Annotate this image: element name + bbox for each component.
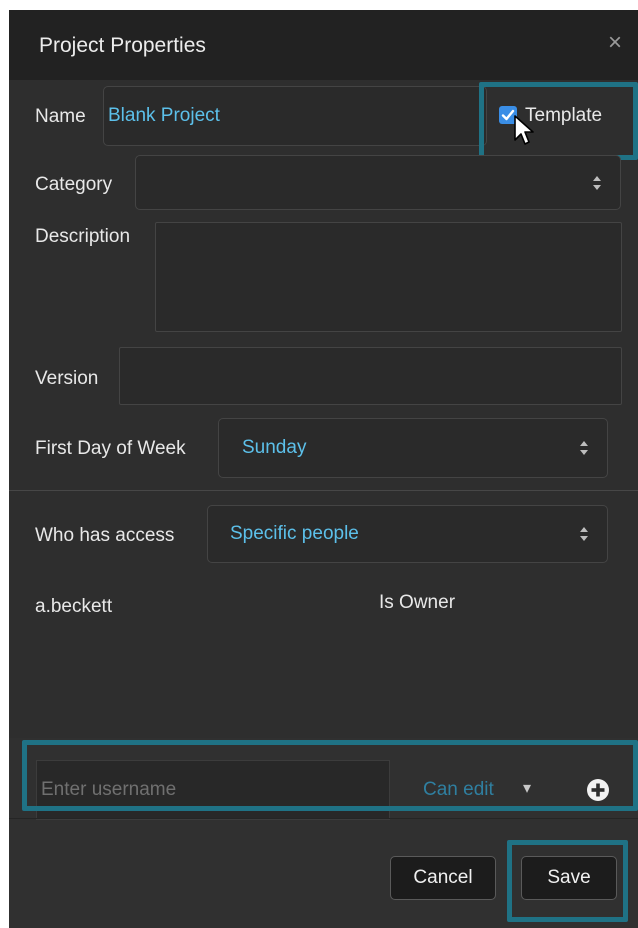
chevron-down-icon[interactable]: ▾ <box>523 778 531 798</box>
footer-divider <box>9 818 638 819</box>
template-label[interactable]: Template <box>525 105 602 127</box>
cancel-button[interactable]: Cancel <box>390 856 496 900</box>
name-field[interactable]: Blank Project <box>103 86 487 146</box>
first-day-value: Sunday <box>242 437 307 458</box>
dialog-titlebar: Project Properties × <box>9 10 638 80</box>
username-input[interactable] <box>36 760 390 820</box>
add-user-plus-icon[interactable] <box>586 778 610 802</box>
save-button[interactable]: Save <box>521 856 617 900</box>
category-label: Category <box>35 174 113 195</box>
dialog-title: Project Properties <box>39 34 206 57</box>
name-value: Blank Project <box>108 105 220 126</box>
close-icon[interactable]: × <box>602 30 628 56</box>
access-select[interactable]: Specific people <box>207 505 608 563</box>
member-role: Is Owner <box>379 592 456 613</box>
version-label: Version <box>35 368 99 389</box>
section-divider <box>9 490 638 491</box>
mouse-cursor-icon <box>514 115 534 145</box>
member-username: a.beckett <box>35 596 113 617</box>
version-field[interactable] <box>119 347 622 405</box>
select-arrows-icon <box>580 527 588 541</box>
access-value: Specific people <box>230 523 359 544</box>
first-day-select[interactable]: Sunday <box>218 418 608 478</box>
name-label: Name <box>35 106 86 127</box>
project-properties-dialog: Project Properties × Name Blank Project … <box>9 10 638 928</box>
first-day-label: First Day of Week <box>35 438 186 459</box>
description-label: Description <box>35 226 131 247</box>
category-select[interactable] <box>135 155 621 210</box>
select-arrows-icon <box>593 175 601 190</box>
description-textarea[interactable] <box>155 222 622 332</box>
select-arrows-icon <box>580 441 588 455</box>
permission-select[interactable]: Can edit <box>423 779 494 801</box>
access-label: Who has access <box>35 525 175 546</box>
